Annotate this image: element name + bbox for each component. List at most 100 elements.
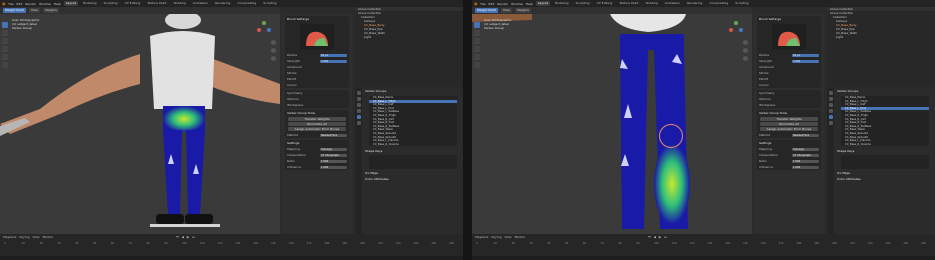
- tab-uv-editing[interactable]: UV Editing: [595, 1, 615, 6]
- menu-file[interactable]: File: [9, 2, 14, 6]
- transfer-weights-button[interactable]: Transfer Weights: [288, 117, 346, 121]
- tab-compositing[interactable]: Compositing: [707, 1, 730, 6]
- mode-selector[interactable]: Weight Paint: [3, 8, 26, 13]
- brush-thumbnail[interactable]: [772, 24, 806, 50]
- shape-keys-list[interactable]: [369, 155, 457, 170]
- object-tab-icon[interactable]: [828, 103, 833, 107]
- section-cursor[interactable]: Cursor: [285, 82, 349, 88]
- sample-tool-icon[interactable]: [474, 62, 480, 68]
- menu-render[interactable]: Render: [497, 2, 508, 6]
- section-cursor[interactable]: Cursor: [757, 82, 821, 88]
- marker-menu[interactable]: Marker: [515, 235, 525, 239]
- data-tab-icon[interactable]: [356, 115, 361, 119]
- keying-menu[interactable]: Keying: [491, 235, 501, 239]
- keying-menu[interactable]: Keying: [19, 235, 29, 239]
- render-tab-icon[interactable]: [356, 97, 361, 101]
- play-controls-icon[interactable]: ⏮ ◀ ▶ ⏭: [648, 235, 668, 239]
- assign-auto-button[interactable]: Assign Automatic From Bones: [288, 127, 346, 131]
- tab-rendering[interactable]: Rendering: [213, 1, 232, 6]
- play-controls-icon[interactable]: ⏮ ◀ ▶ ⏭: [176, 235, 196, 239]
- menu-help[interactable]: Help: [54, 2, 61, 6]
- smear-tool-icon[interactable]: [474, 46, 480, 52]
- tab-texture-paint[interactable]: Texture Paint: [617, 1, 640, 6]
- assign-auto-button[interactable]: Assign Automatic From Bones: [760, 127, 818, 131]
- frame-ruler[interactable]: 0 10 20 30 40 50 60 70 80 90 100 110 120 130 140 150 160…: [0, 242, 463, 252]
- tab-sculpting[interactable]: Sculpting: [574, 1, 592, 6]
- blur-tool-icon[interactable]: [474, 30, 480, 36]
- view-menu[interactable]: View: [500, 8, 512, 13]
- shape-keys-list[interactable]: [841, 155, 929, 170]
- brush-panel-title[interactable]: Brush Settings: [285, 16, 349, 22]
- transfer-weights-button[interactable]: Transfer Weights: [760, 117, 818, 121]
- interp-field[interactable]: XY Interpolate: [792, 153, 819, 157]
- strength-field[interactable]: 1.000: [320, 59, 347, 63]
- tab-compositing[interactable]: Compositing: [235, 1, 258, 6]
- tab-shading[interactable]: Shading: [172, 1, 188, 6]
- weights-menu[interactable]: Weights: [42, 8, 59, 13]
- tab-scripting[interactable]: Scripting: [261, 1, 278, 6]
- tab-shading[interactable]: Shading: [644, 1, 660, 6]
- zoom-icon[interactable]: [271, 40, 276, 45]
- blur-tool-icon[interactable]: [2, 30, 8, 36]
- vertex-group-list[interactable]: CC_Base_Pelvis CC_Base_L_Thigh CC_Base_L_C…: [841, 96, 929, 147]
- tab-rendering[interactable]: Rendering: [685, 1, 704, 6]
- render-tab-icon[interactable]: [828, 97, 833, 101]
- smear-tool-icon[interactable]: [2, 46, 8, 52]
- draw-tool-icon[interactable]: [2, 22, 8, 28]
- camera-icon[interactable]: [743, 56, 748, 61]
- method-field[interactable]: Nearest Face: [792, 133, 819, 137]
- 3d-viewport[interactable]: User Orthographic (1) subject_label Vert…: [472, 14, 752, 234]
- interp-field[interactable]: XY Interpolate: [320, 153, 347, 157]
- section-workspace[interactable]: Workspace: [285, 102, 349, 108]
- modifier-tab-icon[interactable]: [356, 109, 361, 113]
- normalize-all-button[interactable]: Normalize All: [760, 122, 818, 126]
- menu-edit[interactable]: Edit: [489, 2, 495, 6]
- tool-tab-icon[interactable]: [356, 91, 361, 95]
- vertex-group-list[interactable]: CC_Base_Pelvis CC_Base_L_Thigh CC_Base_L_C…: [369, 96, 457, 147]
- frame-ruler[interactable]: 0 10 20 30 40 50 60 70 80 90 100 110 120 130 140 150 160…: [472, 242, 935, 252]
- menu-edit[interactable]: Edit: [17, 2, 23, 6]
- zoom-icon[interactable]: [743, 40, 748, 45]
- brush-thumbnail[interactable]: [300, 24, 334, 50]
- method-field[interactable]: Nearest Face: [320, 133, 347, 137]
- object-tab-icon[interactable]: [356, 103, 361, 107]
- blender-logo-icon[interactable]: ◉: [2, 1, 6, 6]
- menu-render[interactable]: Render: [25, 2, 36, 6]
- average-tool-icon[interactable]: [2, 38, 8, 44]
- color-attributes-title[interactable]: Color Attributes: [835, 176, 935, 182]
- tab-modeling[interactable]: Modeling: [553, 1, 571, 6]
- 3d-viewport[interactable]: User Orthographic (1) subject_label Vert…: [0, 14, 280, 234]
- menu-file[interactable]: File: [481, 2, 486, 6]
- marker-menu[interactable]: Marker: [43, 235, 53, 239]
- mapping-field[interactable]: Topology: [792, 147, 819, 151]
- radius-field[interactable]: 50 px: [792, 53, 819, 57]
- gradient-tool-icon[interactable]: [474, 54, 480, 60]
- menu-window[interactable]: Window: [511, 2, 523, 6]
- ratio-field[interactable]: 1.000: [792, 159, 819, 163]
- material-tab-icon[interactable]: [356, 121, 361, 125]
- section-workspace[interactable]: Workspace: [757, 102, 821, 108]
- tab-animation[interactable]: Animation: [663, 1, 682, 6]
- data-tab-icon[interactable]: [828, 115, 833, 119]
- sample-tool-icon[interactable]: [2, 62, 8, 68]
- vg-tools-title[interactable]: Vertex Group Tools: [285, 110, 349, 116]
- influence-field[interactable]: 1.000: [320, 165, 347, 169]
- modifier-tab-icon[interactable]: [828, 109, 833, 113]
- vg-tools-title[interactable]: Vertex Group Tools: [757, 110, 821, 116]
- outliner-row[interactable]: Light: [827, 35, 935, 39]
- navigation-gizmo-icon[interactable]: [728, 20, 744, 36]
- blender-logo-icon[interactable]: ◉: [474, 1, 478, 6]
- tab-uv-editing[interactable]: UV Editing: [123, 1, 143, 6]
- average-tool-icon[interactable]: [474, 38, 480, 44]
- view-menu-timeline[interactable]: View: [504, 235, 511, 239]
- tab-scripting[interactable]: Scripting: [733, 1, 750, 6]
- mapping-field[interactable]: Topology: [320, 147, 347, 151]
- vertex-groups-title[interactable]: Vertex Groups: [835, 88, 935, 94]
- material-tab-icon[interactable]: [828, 121, 833, 125]
- draw-tool-icon[interactable]: [474, 22, 480, 28]
- vertex-group-row[interactable]: CC_Base_R_Clavicle: [369, 143, 457, 147]
- radius-field[interactable]: 50 px: [320, 53, 347, 57]
- vertex-groups-title[interactable]: Vertex Groups: [363, 88, 463, 94]
- color-attributes-title[interactable]: Color Attributes: [363, 176, 463, 182]
- tab-layout[interactable]: Layout: [63, 1, 78, 6]
